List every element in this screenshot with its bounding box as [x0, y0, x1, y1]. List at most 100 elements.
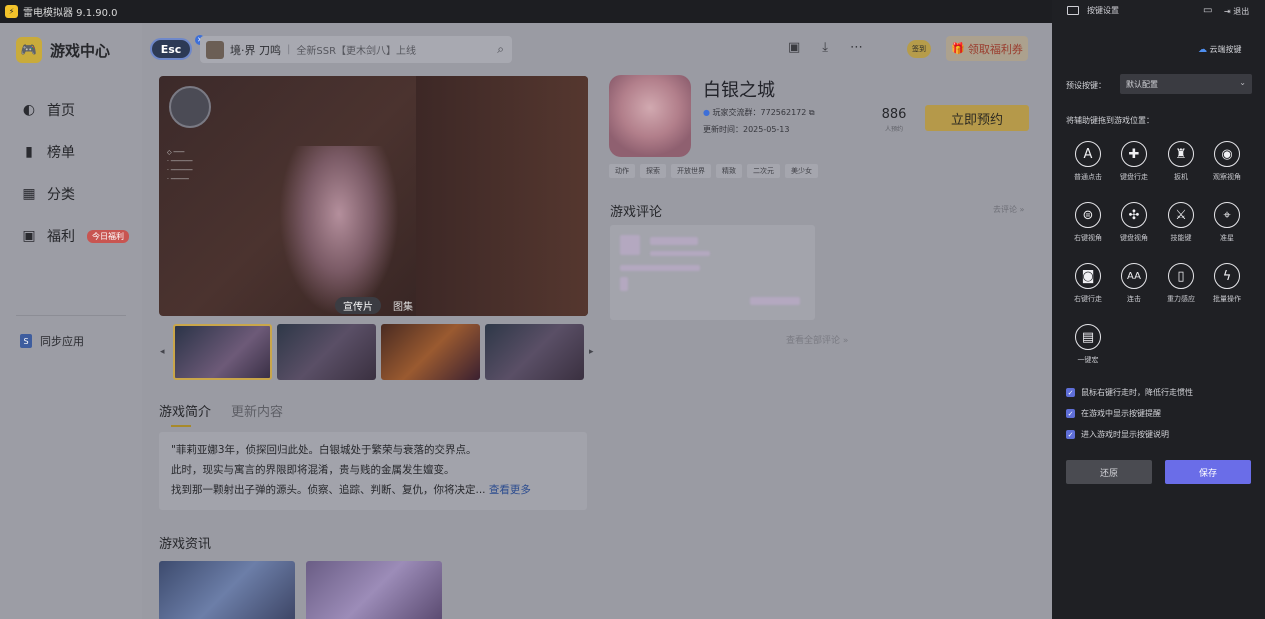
thumbnail[interactable]	[173, 324, 272, 380]
swords-icon: ⚔	[1168, 202, 1194, 228]
key-macro[interactable]: ▤ 一键宏	[1065, 324, 1111, 365]
sidebar-item-label: 榜单	[47, 145, 75, 161]
bullet-icon: ♜	[1168, 141, 1194, 167]
calendar-icon[interactable]: ▣	[788, 40, 800, 55]
key-observe-view[interactable]: ◉ 观察视角	[1204, 141, 1250, 182]
keyboard-icon	[1067, 6, 1079, 15]
key-right-click-walk[interactable]: ◙ 右键行走	[1065, 263, 1111, 304]
search-bar[interactable]: 境·界 刀鸣 | 全新SSR【更木剑八】上线 ⌕	[200, 36, 512, 63]
all-reviews-link[interactable]: 查看全部评论 »	[786, 333, 848, 346]
tag[interactable]: 美少女	[785, 164, 818, 178]
key-skill[interactable]: ⚔ 技能键	[1158, 202, 1204, 243]
search-separator: |	[287, 44, 291, 55]
panel-header: 按键设置	[1067, 5, 1119, 16]
esc-button[interactable]: Esc	[150, 38, 192, 60]
bar-chart-icon: ▮	[25, 144, 33, 160]
intro-line: 此时，现实与寓言的界限即将混淆，贵与贱的金属发生嬗变。	[171, 464, 455, 476]
macro-icon: ▤	[1075, 324, 1101, 350]
key-normal-click[interactable]: A 普通点击	[1065, 141, 1111, 182]
eye-icon: ◉	[1214, 141, 1240, 167]
intro-tabs: 游戏简介 更新内容	[159, 401, 283, 427]
news-card[interactable]	[159, 561, 295, 619]
option-reduce-inertia[interactable]: ✓ 鼠标右键行走时，降低行走惯性	[1066, 387, 1193, 398]
cloud-keys-button[interactable]: ☁ 云端按键	[1198, 44, 1242, 55]
key-keyboard-view[interactable]: ✣ 键盘视角	[1111, 202, 1157, 243]
gift-icon: ▣	[22, 228, 36, 244]
tag[interactable]: 二次元	[747, 164, 780, 178]
copy-icon[interactable]: ⧉	[809, 108, 815, 117]
quest-tracker: ◇ ─── · ────── · ────── · ─────	[167, 149, 193, 183]
key-batch[interactable]: ϟ 批量操作	[1204, 263, 1250, 304]
sidebar-item-label: 福利	[47, 229, 75, 245]
key-keyboard-walk[interactable]: ✚ 键盘行走	[1111, 141, 1157, 182]
checkbox-checked-icon[interactable]: ✓	[1066, 409, 1075, 418]
key-label: 准星	[1220, 234, 1234, 242]
tag[interactable]: 动作	[609, 164, 635, 178]
tag[interactable]: 开放世界	[671, 164, 711, 178]
option-show-key-tips[interactable]: ✓ 在游戏中显示按键提醒	[1066, 408, 1161, 419]
write-review-link[interactable]: 去评论 »	[993, 204, 1024, 215]
key-gravity[interactable]: ▯ 重力感应	[1158, 263, 1204, 304]
header-icons: ▣ ⤓ ⋯	[788, 40, 863, 55]
more-icon[interactable]: ⋯	[850, 40, 863, 55]
sidebar-item-categories[interactable]: ▦ 分类	[20, 173, 129, 215]
checkbox-checked-icon[interactable]: ✓	[1066, 388, 1075, 397]
tab-gallery[interactable]: 图集	[385, 297, 421, 314]
claim-coupon-button[interactable]: 🎁 领取福利券	[946, 36, 1028, 61]
tab-intro[interactable]: 游戏简介	[159, 401, 211, 427]
search-icon[interactable]: ⌕	[497, 42, 504, 57]
save-button[interactable]: 保存	[1165, 460, 1251, 484]
option-show-key-guide[interactable]: ✓ 进入游戏时显示按键说明	[1066, 429, 1169, 440]
blurred-text	[750, 297, 800, 305]
download-icon[interactable]: ⤓	[822, 40, 828, 55]
player-group[interactable]: ● 玩家交流群：772562172 ⧉	[703, 107, 815, 118]
preset-label: 预设按键：	[1066, 81, 1106, 90]
sidebar-item-rankings[interactable]: ▮ 榜单	[20, 131, 129, 173]
tab-trailer[interactable]: 宣传片	[335, 297, 381, 314]
sidebar-item-home[interactable]: ◐ 首页	[20, 89, 129, 131]
news-card[interactable]	[306, 561, 442, 619]
game-center-main: 🎮 游戏中心 ◐ 首页 ▮ 榜单 ▦ 分类 ▣ 福利 今日福利 S 同步应用 E…	[0, 23, 1052, 619]
blurred-text	[620, 277, 628, 291]
emulator-logo-icon: ⚡	[5, 5, 18, 18]
brand[interactable]: 🎮 游戏中心	[16, 37, 110, 63]
sidebar-item-welfare[interactable]: ▣ 福利 今日福利	[20, 215, 129, 257]
reviews-title: 游戏评论	[610, 205, 663, 220]
tag[interactable]: 探索	[640, 164, 666, 178]
preset-value: 默认配置	[1126, 80, 1158, 89]
restore-button[interactable]: 还原	[1066, 460, 1152, 484]
brand-name: 游戏中心	[50, 41, 111, 60]
review-card	[610, 225, 815, 320]
chevron-left-icon[interactable]: ◂	[160, 347, 168, 357]
chevron-right-icon[interactable]: ▸	[589, 347, 597, 357]
lightning-icon: ϟ	[1214, 263, 1240, 289]
news-title: 游戏资讯	[159, 537, 212, 552]
key-label: 一键宏	[1077, 356, 1099, 364]
thumbnail[interactable]	[277, 324, 376, 380]
key-combo[interactable]: AA 连击	[1111, 263, 1157, 304]
sidebar-item-label: 分类	[47, 187, 75, 203]
key-right-click-view[interactable]: ⊜ 右键视角	[1065, 202, 1111, 243]
sign-in-button[interactable]: 签到	[907, 40, 931, 58]
thumbnail[interactable]	[381, 324, 480, 380]
reserve-button[interactable]: 立即预约	[925, 105, 1029, 131]
grid-icon: ▦	[22, 186, 36, 202]
preset-select[interactable]: 默认配置 ⌄	[1120, 74, 1252, 94]
key-crosshair[interactable]: ⌖ 准星	[1204, 202, 1250, 243]
sync-apps-button[interactable]: S 同步应用	[20, 333, 84, 349]
thumbnail[interactable]	[485, 324, 584, 380]
game-trailer-video[interactable]: ◇ ─── · ────── · ────── · ───── 宣传片 图集	[159, 76, 588, 316]
title-bar: ⚡ 雷电模拟器 9.1.90.0	[0, 0, 1052, 23]
read-more-link[interactable]: 查看更多	[489, 484, 531, 496]
folder-icon[interactable]: ▭	[1203, 5, 1212, 16]
minimap	[169, 86, 211, 128]
tab-updates[interactable]: 更新内容	[231, 401, 283, 420]
key-trigger[interactable]: ♜ 扳机	[1158, 141, 1204, 182]
key-label: 键盘行走	[1120, 173, 1148, 181]
checkbox-checked-icon[interactable]: ✓	[1066, 430, 1075, 439]
key-label: 观察视角	[1213, 173, 1241, 181]
exit-button[interactable]: ⇥ 退出	[1224, 6, 1249, 17]
sync-icon: S	[20, 334, 32, 348]
tag[interactable]: 精致	[716, 164, 742, 178]
key-label: 右键视角	[1074, 234, 1102, 242]
